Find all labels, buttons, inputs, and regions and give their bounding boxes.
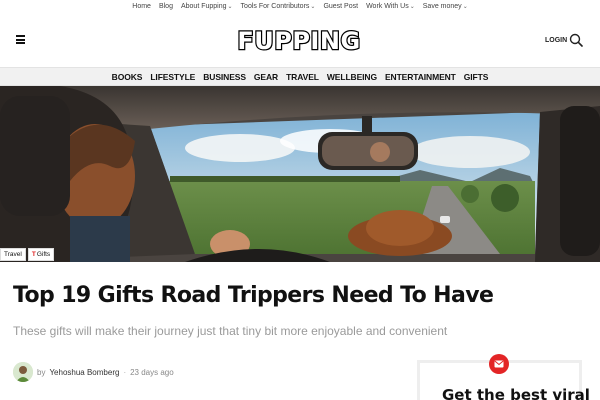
tag-travel[interactable]: Travel — [0, 248, 26, 261]
chevron-down-icon: ⌄ — [409, 4, 415, 10]
top-nav-label: Guest Post — [323, 3, 359, 10]
top-nav-label: Work With Us — [366, 3, 409, 10]
category-books[interactable]: BOOKS — [112, 72, 143, 82]
article-subtitle: These gifts will make their journey just… — [13, 324, 448, 338]
category-business[interactable]: BUSINESS — [203, 72, 246, 82]
top-nav-label: About Fupping — [180, 3, 227, 10]
article-title: Top 19 Gifts Road Trippers Need To Have — [13, 283, 494, 308]
chevron-down-icon: ⌄ — [227, 4, 233, 10]
tag-gifts[interactable]: T Gifts — [27, 248, 55, 261]
login-link[interactable]: LOGIN — [545, 37, 567, 44]
search-icon[interactable] — [569, 33, 583, 47]
category-gear[interactable]: GEAR — [254, 72, 278, 82]
top-nav-label: Tools For Contributors — [240, 3, 310, 10]
chevron-down-icon: ⌄ — [462, 4, 468, 10]
article-byline: by Yehoshua Bomberg · 23 days ago — [13, 362, 174, 382]
top-nav: Home Blog About Fupping ⌄ Tools For Contr… — [0, 0, 600, 13]
mail-icon — [489, 354, 509, 374]
category-wellbeing[interactable]: WELLBEING — [327, 72, 377, 82]
tag-label: Gifts — [36, 251, 51, 258]
top-nav-label: Save money — [422, 3, 462, 10]
top-nav-label: Blog — [158, 3, 173, 10]
top-nav-save-money[interactable]: Save money ⌄ — [423, 3, 468, 10]
top-nav-home[interactable]: Home — [132, 3, 151, 10]
top-nav-work-with-us[interactable]: Work With Us ⌄ — [366, 3, 415, 10]
category-nav: BOOKS LIFESTYLE BUSINESS GEAR TRAVEL WEL… — [0, 67, 600, 86]
top-nav-label: Home — [132, 3, 151, 10]
chevron-down-icon: ⌄ — [310, 4, 316, 10]
category-lifestyle[interactable]: LIFESTYLE — [150, 72, 195, 82]
publish-time: 23 days ago — [130, 367, 174, 377]
newsletter-title: Get the best viral — [442, 386, 590, 400]
hamburger-icon[interactable] — [16, 35, 25, 44]
byline-separator: · — [123, 367, 127, 377]
hero-image — [0, 86, 600, 262]
tag-label: Travel — [4, 251, 22, 258]
author-name[interactable]: Yehoshua Bomberg — [49, 368, 119, 377]
article-tags: Travel T Gifts — [0, 248, 55, 261]
top-nav-tools[interactable]: Tools For Contributors ⌄ — [241, 3, 316, 10]
tag-mark-icon: T — [31, 251, 36, 258]
site-header: FUPPING LOGIN — [0, 20, 600, 64]
top-nav-about[interactable]: About Fupping ⌄ — [181, 3, 233, 10]
author-prefix: by — [37, 367, 46, 377]
top-nav-blog[interactable]: Blog — [159, 3, 173, 10]
category-entertainment[interactable]: ENTERTAINMENT — [385, 72, 456, 82]
logo-text: FUPPING — [236, 26, 361, 56]
site-logo[interactable]: FUPPING — [236, 26, 361, 56]
top-nav-guest-post[interactable]: Guest Post — [323, 3, 358, 10]
category-travel[interactable]: TRAVEL — [286, 72, 319, 82]
avatar[interactable] — [13, 362, 33, 382]
category-gifts[interactable]: GIFTS — [464, 72, 489, 82]
